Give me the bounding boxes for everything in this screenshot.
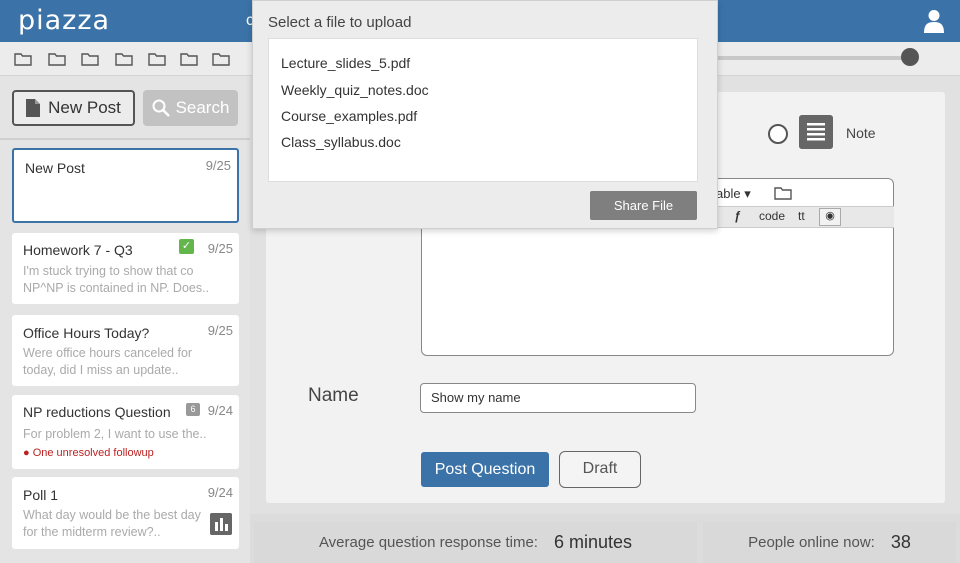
post-item-homework[interactable]: Homework 7 - Q3 ✓ 9/25 I'm stuck trying … [12,233,239,304]
file-item[interactable]: Class_syllabus.doc [281,134,401,150]
post-title: Office Hours Today? [23,325,150,341]
file-item[interactable]: Lecture_slides_5.pdf [281,55,410,71]
folder-icon[interactable] [148,52,166,66]
post-date: 9/25 [205,158,231,173]
post-title: Poll 1 [23,487,59,503]
post-title: NP reductions Question [23,404,171,420]
folder-icon[interactable] [115,52,133,66]
reply-count-badge: 6 [186,403,200,416]
poll-chart-icon [210,513,232,535]
post-date: 9/25 [207,241,233,256]
search-icon [152,99,170,117]
file-list: Lecture_slides_5.pdf Weekly_quiz_notes.d… [268,38,698,182]
table-menu[interactable]: able ▾ [716,186,751,202]
file-item[interactable]: Course_examples.pdf [281,108,417,124]
note-label: Note [846,125,876,141]
code-button[interactable]: code [759,209,785,223]
formula-icon[interactable]: ƒ [734,209,741,223]
note-radio[interactable] [768,124,788,144]
document-icon [26,99,41,117]
post-item-np-reductions[interactable]: NP reductions Question 6 9/24 For proble… [12,395,239,469]
post-preview: What day would be the best day for the m… [23,508,201,539]
online-count-value: 38 [890,532,911,552]
folder-icon[interactable] [774,186,792,200]
post-title: Homework 7 - Q3 [23,242,133,258]
post-item-new[interactable]: New Post 9/25 [12,148,239,223]
response-time-label: Average question response time: [318,534,538,551]
table-label: able [716,186,741,201]
post-preview: Were office hours canceled for today, di… [23,346,193,377]
folder-icon[interactable] [48,52,66,66]
preview-eye-icon[interactable]: ◉ [819,208,841,226]
post-title: New Post [25,160,85,176]
post-date: 9/24 [207,485,233,500]
new-post-button[interactable]: New Post [12,90,135,126]
app-logo[interactable]: piazza [18,5,110,36]
teletype-button[interactable]: tt [798,209,805,223]
folder-icon[interactable] [212,52,230,66]
sidebar-divider [0,138,250,140]
response-time-value: 6 minutes [553,532,633,552]
zoom-slider-track[interactable] [716,56,912,60]
draft-button[interactable]: Draft [559,451,641,488]
unresolved-followup-flag: ● One unresolved followup [23,447,154,459]
user-icon[interactable] [924,9,944,33]
zoom-slider-knob[interactable] [901,48,919,66]
post-date: 9/25 [207,323,233,338]
dialog-title: Select a file to upload [268,14,412,31]
note-icon [799,115,833,149]
name-label: Name [308,385,359,406]
online-count-label: People online now: [748,534,875,551]
folder-icon[interactable] [180,52,198,66]
resolved-check-icon: ✓ [179,239,194,254]
flag-text: One unresolved followup [32,447,154,459]
post-item-office-hours[interactable]: Office Hours Today? 9/25 Were office hou… [12,315,239,386]
post-preview: For problem 2, I want to use the.. [23,427,207,441]
name-visibility-select[interactable]: Show my name [420,383,696,413]
new-post-label: New Post [48,98,121,117]
upload-dialog: Select a file to upload Lecture_slides_5… [252,0,718,229]
folder-icon[interactable] [14,52,32,66]
search-label: Search [175,98,230,117]
file-item[interactable]: Weekly_quiz_notes.doc [281,82,429,98]
post-item-poll[interactable]: Poll 1 9/24 What day would be the best d… [12,477,239,549]
online-count-panel: People online now: 38 [703,522,956,563]
post-preview: I'm stuck trying to show that co NP^NP i… [23,264,210,295]
folder-icon[interactable] [81,52,99,66]
search-button[interactable]: Search [143,90,238,126]
share-file-button[interactable]: Share File [590,191,697,220]
response-time-panel: Average question response time: 6 minute… [254,522,697,563]
post-question-button[interactable]: Post Question [421,452,549,487]
post-date: 9/24 [207,403,233,418]
